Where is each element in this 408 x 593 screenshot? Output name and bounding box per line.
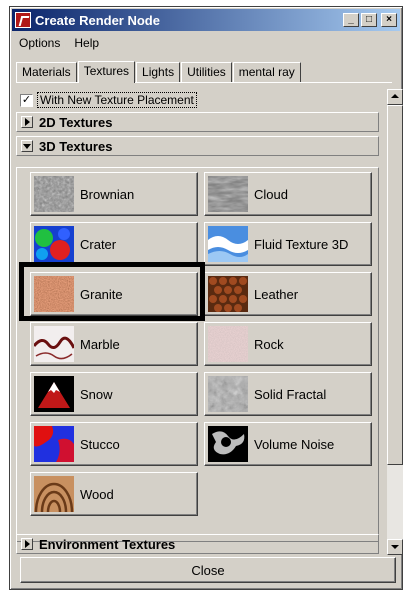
tab-mental-ray[interactable]: mental ray (232, 62, 301, 82)
snow-node-button[interactable]: Snow (30, 372, 198, 416)
stucco-swatch-icon (34, 426, 74, 462)
minimize-button[interactable]: _ (343, 13, 359, 27)
node-label: Stucco (80, 436, 120, 452)
node-label: Granite (80, 286, 123, 302)
texture-placement-checkbox[interactable]: ✓ (20, 93, 33, 107)
tab-materials[interactable]: Materials (16, 62, 77, 82)
leather-swatch-icon (208, 276, 248, 312)
tab-divider (16, 82, 392, 83)
node-label: Solid Fractal (254, 386, 327, 402)
scroll-up-button[interactable] (387, 89, 403, 105)
section-2d-textures[interactable]: 2D Textures (16, 112, 379, 132)
node-label: Wood (80, 486, 114, 502)
scroll-down-button[interactable] (387, 539, 403, 555)
marble-node-button[interactable]: Marble (30, 322, 198, 366)
node-label: Rock (254, 336, 284, 352)
menu-bar: Options Help (12, 33, 400, 53)
tab-utilities[interactable]: Utilities (181, 62, 232, 82)
maximize-button[interactable]: □ (361, 13, 377, 27)
vertical-scrollbar[interactable] (387, 89, 403, 555)
granite-node-button[interactable]: Granite (30, 272, 198, 316)
expand-arrow-icon[interactable] (21, 116, 33, 128)
fluid-texture-node-button[interactable]: Fluid Texture 3D (204, 222, 372, 266)
tab-lights[interactable]: Lights (136, 62, 181, 82)
wood-swatch-icon (34, 476, 74, 512)
texture-placement-label[interactable]: With New Texture Placement (37, 92, 197, 108)
fluid-texture-swatch-icon (208, 226, 248, 262)
create-render-node-window: Create Render Node _ □ × Options Help Ma… (9, 6, 403, 590)
crater-swatch-icon (34, 226, 74, 262)
section-2d-label: 2D Textures (39, 114, 113, 130)
node-label: Cloud (254, 186, 288, 202)
rock-swatch-icon (208, 326, 248, 362)
scroll-thumb[interactable] (387, 105, 403, 465)
crater-node-button[interactable]: Crater (30, 222, 198, 266)
cloud-node-button[interactable]: Cloud (204, 172, 372, 216)
solid-fractal-swatch-icon (208, 376, 248, 412)
close-button[interactable]: Close (20, 557, 396, 583)
node-label: Marble (80, 336, 120, 352)
section-3d-textures[interactable]: 3D Textures (16, 136, 379, 156)
brownian-node-button[interactable]: Brownian (30, 172, 198, 216)
tab-bar: Materials Textures Lights Utilities ment… (16, 60, 302, 83)
maya-app-icon (15, 12, 31, 28)
menu-help[interactable]: Help (67, 36, 106, 50)
solid-fractal-node-button[interactable]: Solid Fractal (204, 372, 372, 416)
node-label: Snow (80, 386, 113, 402)
expand-arrow-icon[interactable] (21, 538, 33, 550)
brownian-swatch-icon (34, 176, 74, 212)
node-label: Crater (80, 236, 117, 252)
close-window-button[interactable]: × (381, 13, 397, 27)
node-label: Leather (254, 286, 299, 302)
title-bar[interactable]: Create Render Node _ □ × (12, 9, 400, 31)
granite-swatch-icon (34, 276, 74, 312)
stucco-node-button[interactable]: Stucco (30, 422, 198, 466)
cloud-swatch-icon (208, 176, 248, 212)
node-label: Volume Noise (254, 436, 335, 452)
node-label: Fluid Texture 3D (254, 236, 349, 252)
section-environment-textures[interactable]: Environment Textures (16, 534, 379, 554)
collapse-arrow-icon[interactable] (21, 140, 33, 152)
volume-noise-node-button[interactable]: Volume Noise (204, 422, 372, 466)
menu-options[interactable]: Options (12, 36, 67, 50)
node-label: Brownian (80, 186, 135, 202)
section-environment-label: Environment Textures (39, 536, 176, 552)
marble-swatch-icon (34, 326, 74, 362)
volume-noise-swatch-icon (208, 426, 248, 462)
leather-node-button[interactable]: Leather (204, 272, 372, 316)
wood-node-button[interactable]: Wood (30, 472, 198, 516)
tab-textures[interactable]: Textures (77, 61, 136, 83)
snow-swatch-icon (34, 376, 74, 412)
section-3d-label: 3D Textures (39, 138, 113, 154)
rock-node-button[interactable]: Rock (204, 322, 372, 366)
window-title: Create Render Node (35, 12, 160, 28)
texture-placement-option[interactable]: ✓ With New Texture Placement (20, 92, 197, 108)
